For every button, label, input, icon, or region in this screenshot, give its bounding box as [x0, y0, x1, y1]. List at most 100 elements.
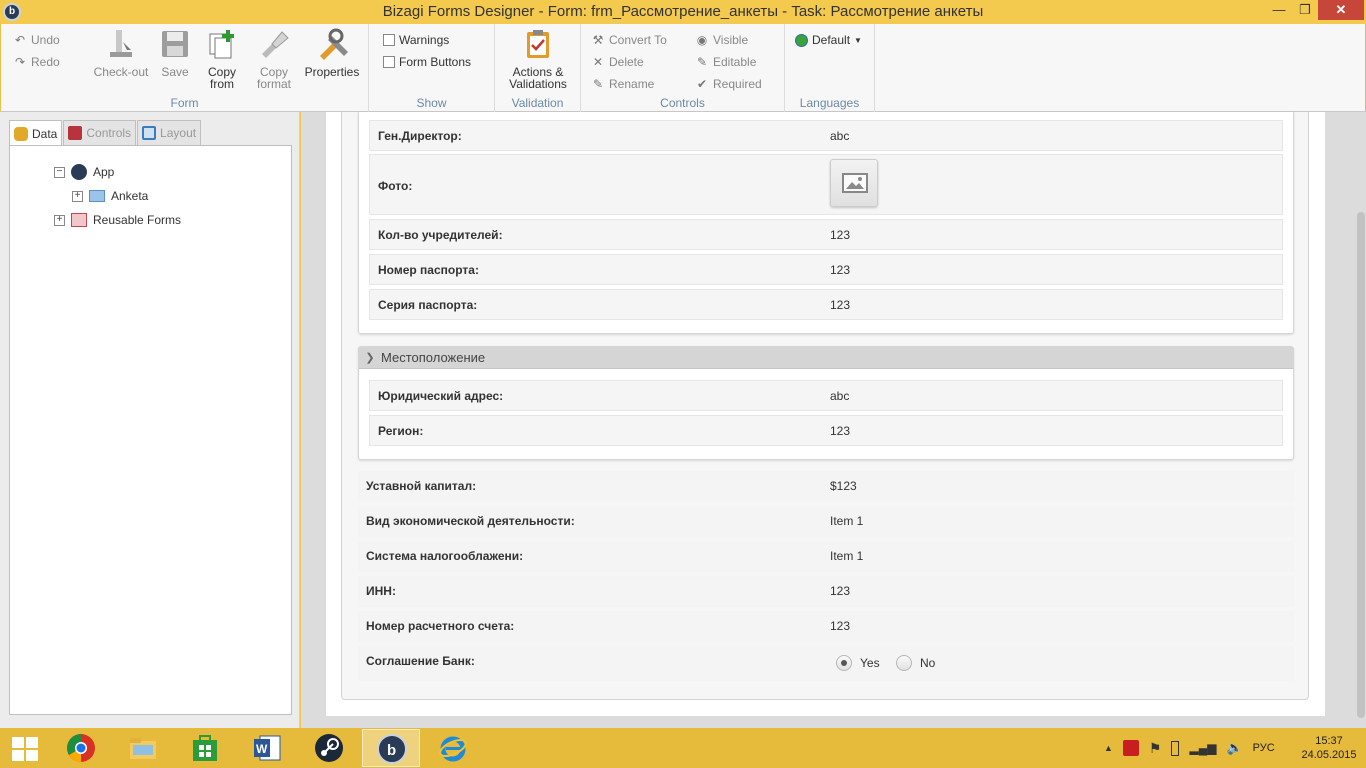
- taskbar-file-explorer[interactable]: [114, 729, 172, 767]
- group-label-validation: Validation: [511, 96, 564, 110]
- eye-icon: ◉: [696, 33, 708, 47]
- field-label: Юридический адрес:: [378, 389, 504, 403]
- battery-icon[interactable]: [1171, 740, 1180, 756]
- field-economic-activity[interactable]: Вид экономической деятельности: Item 1: [358, 506, 1294, 537]
- language-dropdown[interactable]: Default ▼: [795, 31, 862, 49]
- image-upload-placeholder[interactable]: [830, 159, 878, 207]
- convert-to-button[interactable]: ⚒ Convert To: [591, 31, 667, 49]
- form-surface: Ген.Директор: abc Фото: Кол-во учредител…: [326, 112, 1325, 716]
- tree-node-reusable-forms[interactable]: + Reusable Forms: [54, 211, 181, 229]
- field-region[interactable]: Регион: 123: [369, 415, 1283, 446]
- redo-button[interactable]: ↷ Redo: [13, 53, 60, 71]
- chevron-right-icon[interactable]: ❯: [359, 351, 381, 364]
- field-passport-series[interactable]: Серия паспорта: 123: [369, 289, 1283, 320]
- word-icon: W: [254, 735, 281, 761]
- field-photo[interactable]: Фото:: [369, 154, 1283, 215]
- minimize-button[interactable]: —: [1266, 0, 1292, 20]
- copy-format-button[interactable]: Copy format: [251, 28, 297, 90]
- taskbar-word[interactable]: W: [238, 729, 296, 767]
- actions-label-2: Validations: [509, 77, 567, 91]
- maximize-button[interactable]: ❐: [1292, 0, 1318, 20]
- taskbar-bizagi[interactable]: b: [362, 729, 420, 767]
- show-hidden-icons-icon[interactable]: ▲: [1104, 743, 1113, 753]
- network-signal-icon[interactable]: ▂▄▆: [1189, 741, 1216, 755]
- radio-yes-button[interactable]: [836, 655, 852, 671]
- tree-node-app[interactable]: − App: [54, 163, 114, 181]
- expand-icon[interactable]: +: [72, 190, 83, 202]
- field-label: Фото:: [378, 179, 413, 193]
- save-button[interactable]: Save: [157, 28, 193, 78]
- field-legal-address[interactable]: Юридический адрес: abc: [369, 380, 1283, 411]
- undo-icon: ↶: [14, 33, 26, 47]
- group-company-info: Ген.Директор: abc Фото: Кол-во учредител…: [358, 112, 1294, 334]
- volume-icon[interactable]: 🔈: [1226, 740, 1242, 756]
- delete-icon: ✕: [592, 55, 604, 69]
- clock[interactable]: 15:37 24.05.2015: [1296, 734, 1362, 762]
- radio-yes-label: Yes: [860, 656, 880, 670]
- warnings-checkbox[interactable]: Warnings: [383, 31, 449, 49]
- internet-explorer-icon: [439, 736, 467, 762]
- expand-icon[interactable]: +: [54, 214, 65, 226]
- field-gen-director[interactable]: Ген.Директор: abc: [369, 120, 1283, 151]
- field-account-number[interactable]: Номер расчетного счета: 123: [358, 611, 1294, 642]
- close-button[interactable]: ✕: [1318, 0, 1364, 20]
- checkout-button[interactable]: Check-out: [91, 28, 151, 78]
- radio-yes[interactable]: Yes: [836, 655, 880, 671]
- tree-node-anketa[interactable]: + Anketa: [72, 187, 148, 205]
- copy-format-label-2: format: [256, 77, 291, 91]
- convert-icon: ⚒: [592, 33, 604, 47]
- field-label: ИНН:: [366, 584, 396, 598]
- radio-no-button[interactable]: [896, 655, 912, 671]
- delete-button[interactable]: ✕ Delete: [591, 53, 644, 71]
- taskbar-chrome[interactable]: [52, 729, 110, 767]
- visible-button[interactable]: ◉ Visible: [695, 31, 748, 49]
- antivirus-icon[interactable]: [1122, 740, 1139, 756]
- action-center-flag-icon[interactable]: ⚑: [1149, 740, 1162, 757]
- taskbar-store[interactable]: [176, 729, 234, 767]
- field-bank-agreement[interactable]: Соглашение Банк: Yes No: [358, 646, 1294, 681]
- tab-controls[interactable]: Controls: [63, 120, 137, 145]
- field-value: Item 1: [830, 514, 864, 528]
- scrollbar-thumb[interactable]: [1357, 212, 1365, 718]
- editable-button[interactable]: ✎ Editable: [695, 53, 756, 71]
- data-tree: − App + Anketa + Reusable Forms: [9, 145, 292, 715]
- field-label: Серия паспорта:: [378, 298, 478, 312]
- form-buttons-checkbox[interactable]: Form Buttons: [383, 53, 471, 71]
- copy-from-button[interactable]: Copy from: [203, 28, 241, 90]
- field-value: 123: [830, 228, 851, 242]
- forms-icon: [71, 213, 87, 227]
- tab-layout[interactable]: Layout: [137, 120, 202, 145]
- group-location-header[interactable]: ❯ Местоположение: [359, 347, 1293, 369]
- steam-icon: [315, 734, 343, 762]
- start-button[interactable]: [0, 729, 50, 767]
- windows-logo-icon: [12, 737, 38, 761]
- field-inn[interactable]: ИНН: 123: [358, 576, 1294, 607]
- required-button[interactable]: ✔ Required: [695, 75, 762, 93]
- save-label: Save: [161, 65, 189, 79]
- undo-button[interactable]: ↶ Undo: [13, 31, 60, 49]
- vertical-scrollbar[interactable]: [1355, 112, 1366, 728]
- chevron-down-icon: ▼: [854, 35, 862, 45]
- field-founders-count[interactable]: Кол-во учредителей: 123: [369, 219, 1283, 250]
- entity-icon: [89, 190, 105, 202]
- rename-button[interactable]: ✎ Rename: [591, 75, 654, 93]
- warnings-checkbox-box[interactable]: [383, 34, 395, 46]
- input-language[interactable]: РУС: [1253, 742, 1275, 754]
- editable-label: Editable: [713, 55, 757, 69]
- language-value: Default: [812, 33, 851, 47]
- collapse-icon[interactable]: −: [54, 166, 65, 178]
- field-passport-number[interactable]: Номер паспорта: 123: [369, 254, 1283, 285]
- radio-no[interactable]: No: [896, 655, 935, 671]
- edit-icon: ✎: [696, 55, 708, 69]
- actions-validations-button[interactable]: Actions & Validations: [505, 28, 571, 90]
- field-tax-system[interactable]: Система налогооблажени: Item 1: [358, 541, 1294, 572]
- field-label: Уставной капитал:: [366, 479, 477, 493]
- tab-data[interactable]: Data: [9, 120, 63, 146]
- form-buttons-checkbox-box[interactable]: [383, 56, 395, 68]
- delete-label: Delete: [609, 55, 644, 69]
- properties-button[interactable]: Properties: [303, 28, 361, 78]
- taskbar-steam[interactable]: [300, 729, 358, 767]
- folder-icon: [130, 738, 156, 759]
- field-authorized-capital[interactable]: Уставной капитал: $123: [358, 471, 1294, 502]
- taskbar-internet-explorer[interactable]: [424, 729, 482, 767]
